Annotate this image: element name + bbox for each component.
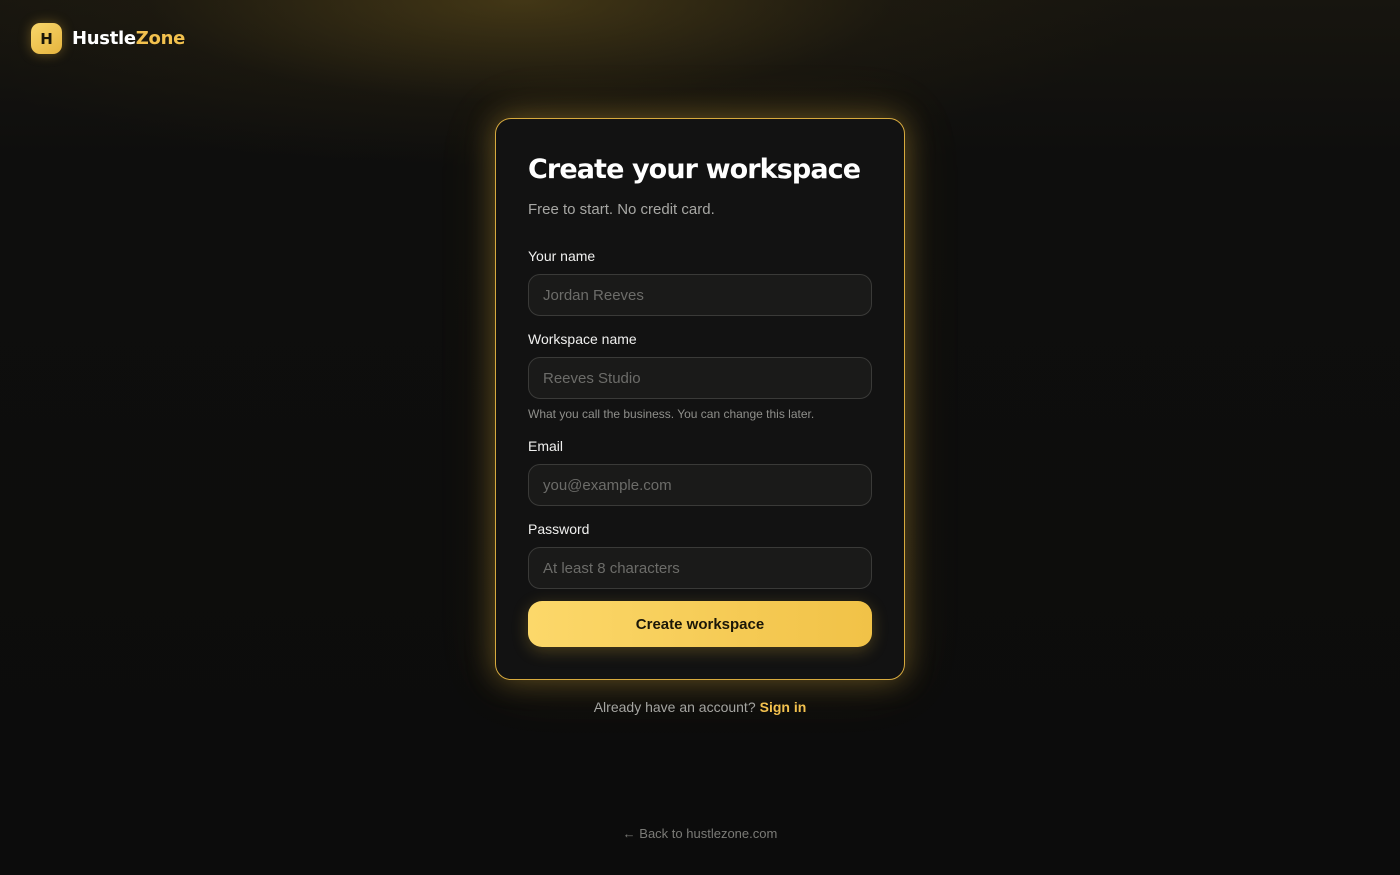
signin-link[interactable]: Sign in (760, 699, 807, 715)
email-input[interactable] (528, 464, 872, 506)
signin-prompt-row: Already have an account? Sign in (0, 699, 1400, 715)
email-label: Email (528, 438, 564, 454)
logo-mark-letter: H (40, 29, 53, 48)
workspace-name-help: What you call the business. You can chan… (528, 407, 815, 421)
brand-name: HustleZone (72, 28, 185, 49)
create-workspace-button[interactable]: Create workspace (528, 601, 872, 647)
workspace-name-input[interactable] (528, 357, 872, 399)
password-label: Password (528, 521, 590, 537)
brand-logo[interactable]: H HustleZone (31, 23, 185, 54)
workspace-name-label: Workspace name (528, 331, 637, 347)
page-subtitle: Free to start. No credit card. (528, 201, 715, 218)
workspace-name-field-group: Workspace name What you call the busines… (528, 330, 872, 421)
brand-name-part2: Zone (135, 28, 186, 49)
page-title: Create your workspace (528, 154, 861, 185)
back-to-site-label[interactable]: ← Back to hustlezone.com (623, 826, 778, 841)
password-input[interactable] (528, 547, 872, 589)
email-field-group: Email (528, 437, 872, 506)
your-name-field-group: Your name (528, 247, 872, 316)
back-to-site-link[interactable]: ← Back to hustlezone.com (0, 826, 1400, 841)
brand-name-part1: Hustle (72, 28, 136, 49)
your-name-label: Your name (528, 248, 596, 264)
signin-prompt-text: Already have an account? (593, 699, 756, 715)
signup-card: Create your workspace Free to start. No … (495, 118, 905, 680)
logo-mark-icon: H (31, 23, 62, 54)
password-field-group: Password (528, 520, 872, 589)
your-name-input[interactable] (528, 274, 872, 316)
